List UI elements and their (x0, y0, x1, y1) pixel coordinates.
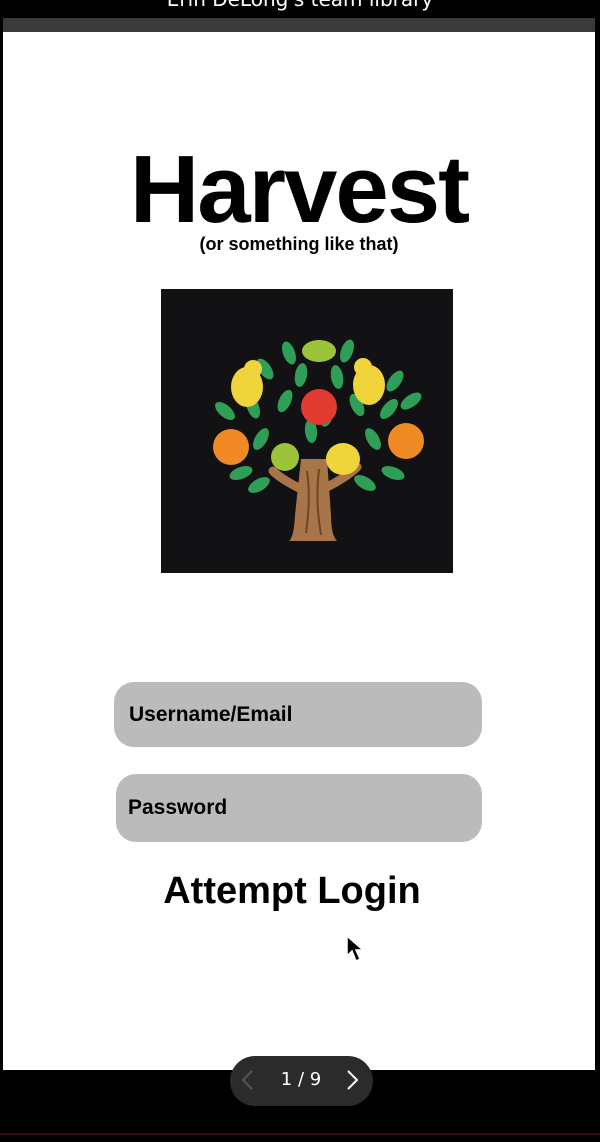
lime-top (302, 340, 336, 362)
orange-right (388, 423, 424, 459)
apple (301, 389, 337, 425)
username-label: Username/Email (129, 703, 293, 726)
orange-left (213, 429, 249, 465)
page-counter: 1 / 9 (280, 1069, 322, 1090)
app-subtitle: (or something like that) (199, 234, 399, 254)
window-title: Erin DeLong's team library (0, 0, 600, 11)
attempt-login-button[interactable]: Attempt Login (3, 870, 581, 913)
fruit-tree-icon (161, 289, 453, 573)
bottom-edge (0, 1133, 600, 1135)
mouse-pointer-icon (346, 934, 365, 968)
frame-header-strip (3, 18, 595, 32)
chevron-left-icon[interactable] (240, 1069, 254, 1096)
prototype-frame: Harvest (or something like that) Usernam… (3, 32, 595, 1070)
lemon (326, 443, 360, 475)
username-field[interactable]: Username/Email (114, 682, 482, 747)
password-field[interactable]: Password (116, 774, 482, 842)
chevron-right-icon[interactable] (346, 1069, 360, 1096)
app-title: Harvest (129, 136, 470, 243)
password-label: Password (128, 796, 228, 819)
viewer-top-bar: Erin DeLong's team library (0, 0, 600, 32)
lime-middle (271, 443, 299, 471)
